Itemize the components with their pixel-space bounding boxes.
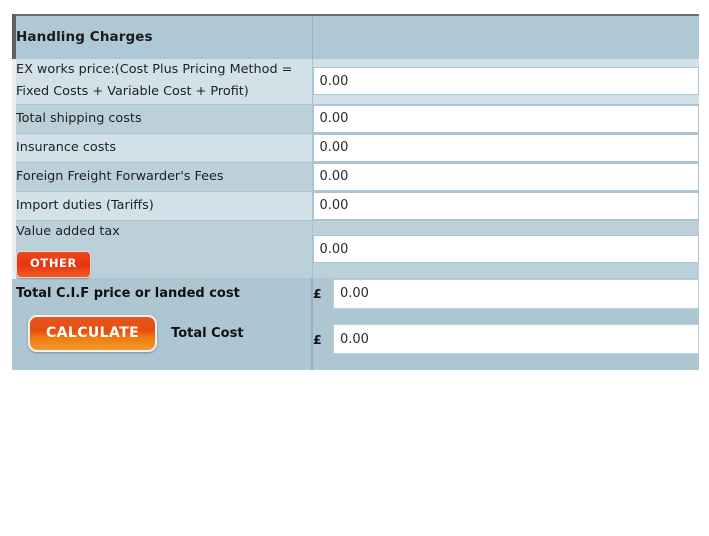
table-row: EX works price:(Cost Plus Pricing Method… <box>12 58 699 105</box>
total-cif-field: £ <box>311 278 699 309</box>
import-duties-input[interactable] <box>312 191 699 220</box>
handling-charges-table: Handling Charges EX works price:(Cost Pl… <box>12 14 699 370</box>
currency-symbol-gbp: £ <box>313 331 322 347</box>
total-cif-label: Total C.I.F price or landed cost <box>12 278 312 309</box>
total-shipping-costs-input[interactable] <box>312 104 699 133</box>
total-cif-row: Total C.I.F price or landed cost £ <box>12 278 699 309</box>
row-field-ex-works-price <box>311 58 699 105</box>
row-label-value-added-tax: Value added tax OTHER <box>12 220 312 279</box>
row-label-ex-works-price: EX works price:(Cost Plus Pricing Method… <box>12 58 312 105</box>
table-header-second-column <box>311 15 699 59</box>
table-row: Total shipping costs <box>12 104 699 134</box>
total-cost-label-cell: CALCULATE Total Cost <box>12 308 312 370</box>
other-button[interactable]: OTHER <box>16 251 91 278</box>
total-cost-field: £ <box>311 308 699 370</box>
row-field-import-duties <box>311 191 699 221</box>
row-label-import-duties: Import duties (Tariffs) <box>12 191 312 221</box>
ex-works-price-input[interactable] <box>312 67 699 96</box>
table-row: Foreign Freight Forwarder's Fees <box>12 162 699 192</box>
row-field-insurance-costs <box>311 133 699 163</box>
table-header-title: Handling Charges <box>12 15 312 59</box>
value-added-tax-label: Value added tax <box>16 223 120 239</box>
value-added-tax-input[interactable] <box>312 235 699 264</box>
foreign-freight-forwarders-fees-input[interactable] <box>312 162 699 191</box>
total-cost-row: CALCULATE Total Cost £ <box>12 308 699 370</box>
row-field-foreign-freight-forwarders-fees <box>311 162 699 192</box>
table-row: Value added tax OTHER <box>12 220 699 279</box>
currency-symbol-gbp: £ <box>313 286 322 302</box>
row-label-total-shipping-costs: Total shipping costs <box>12 104 312 134</box>
calculate-button[interactable]: CALCULATE <box>28 314 158 352</box>
row-label-foreign-freight-forwarders-fees: Foreign Freight Forwarder's Fees <box>12 162 312 192</box>
table-row: Import duties (Tariffs) <box>12 191 699 221</box>
insurance-costs-input[interactable] <box>312 133 699 162</box>
total-cost-caption: Total Cost <box>171 325 244 341</box>
row-field-value-added-tax <box>311 220 699 279</box>
row-label-insurance-costs: Insurance costs <box>12 133 312 163</box>
table-row: Insurance costs <box>12 133 699 163</box>
total-cost-input[interactable] <box>333 324 699 355</box>
row-field-total-shipping-costs <box>311 104 699 134</box>
handling-charges-panel: Handling Charges EX works price:(Cost Pl… <box>0 0 709 536</box>
table-header-row: Handling Charges <box>12 15 699 59</box>
total-cif-input[interactable] <box>333 278 699 309</box>
